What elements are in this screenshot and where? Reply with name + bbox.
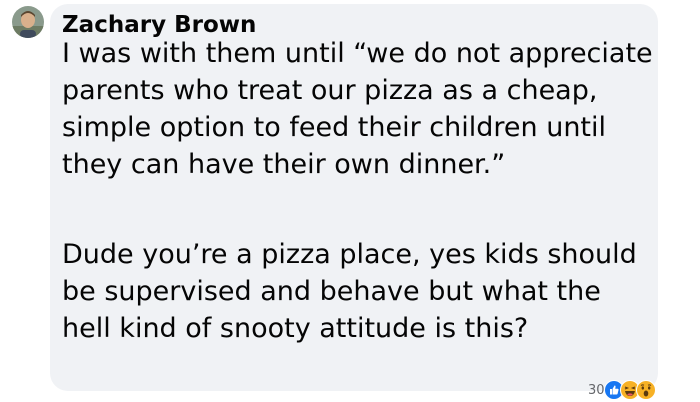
comment-bubble: Zachary Brown I was with them until “we …: [50, 4, 658, 391]
reaction-summary[interactable]: 30: [588, 379, 656, 401]
avatar[interactable]: [12, 6, 44, 38]
reaction-count: 30: [588, 382, 605, 398]
wow-icon: [635, 380, 656, 400]
comment-paragraph: Dude you’re a pizza place, yes kids shou…: [62, 239, 637, 344]
avatar-image: [12, 6, 44, 38]
comment-paragraph: I was with them until “we do not appreci…: [62, 38, 653, 180]
